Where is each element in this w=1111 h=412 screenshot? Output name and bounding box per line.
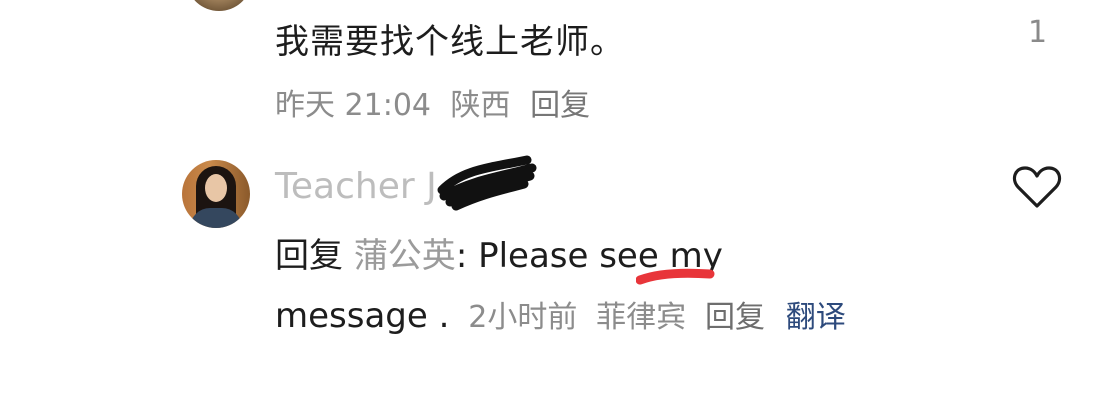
reply-prefix: 回复 [275, 236, 343, 276]
comment-location: 陕西 [450, 88, 511, 123]
translate-button[interactable]: 翻译 [786, 300, 846, 335]
reply-location: 菲律宾 [596, 300, 687, 335]
red-underline-annotation [636, 268, 715, 285]
comment-text: 我需要找个线上老师。 [275, 22, 625, 62]
reply-button[interactable]: 回复 [530, 88, 590, 123]
reply-text-part2: message . [275, 296, 450, 336]
comment-time: 昨天 21:04 [275, 88, 431, 123]
username[interactable]: Teacher J [275, 166, 437, 207]
reply-text-line2: message . 2小时前 菲律宾 回复 翻译 [275, 292, 846, 336]
reply-time: 2小时前 [468, 300, 578, 335]
mention-username[interactable]: 蒲公英 [354, 236, 456, 276]
reply-button-2[interactable]: 回复 [705, 300, 765, 335]
avatar-previous-commenter[interactable] [188, 0, 250, 11]
avatar-face [205, 174, 227, 202]
redaction-scribble [437, 155, 537, 211]
heart-outline-icon[interactable] [1012, 164, 1062, 210]
like-count: 1 [1028, 15, 1048, 50]
avatar-teacher[interactable] [182, 160, 250, 228]
comment-meta: 昨天 21:04 陕西 回复 [275, 80, 600, 124]
